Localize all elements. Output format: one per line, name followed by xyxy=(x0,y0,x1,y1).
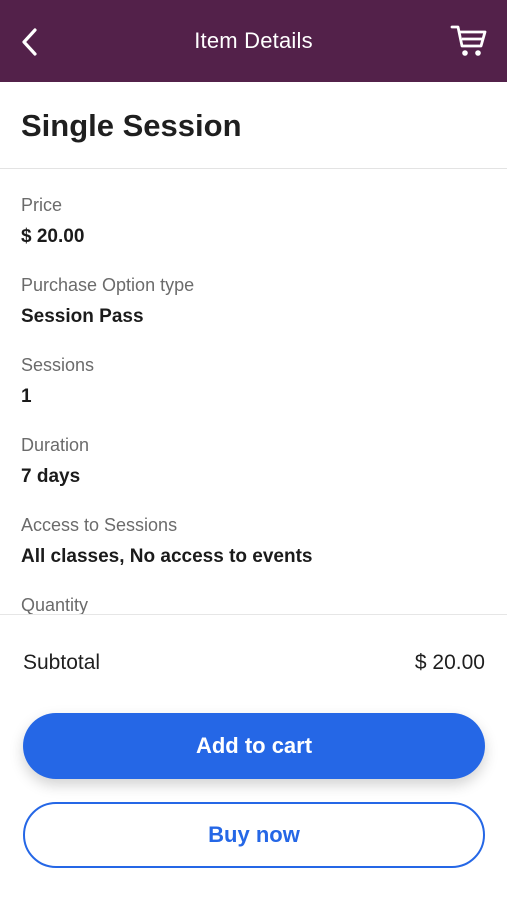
item-header: Single Session xyxy=(0,82,507,169)
buy-now-button[interactable]: Buy now xyxy=(23,802,485,868)
subtotal-label: Subtotal xyxy=(23,651,101,674)
cart-button[interactable] xyxy=(449,22,489,60)
access-value: All classes, No access to events xyxy=(21,546,313,567)
quantity-label: Quantity xyxy=(21,595,89,614)
purchase-option-type-label: Purchase Option type xyxy=(21,275,195,295)
duration-label: Duration xyxy=(21,435,90,455)
item-name: Single Session xyxy=(21,108,242,143)
checkout-footer: Subtotal $ 20.00 Add to cart Buy now xyxy=(0,614,507,901)
add-to-cart-button[interactable]: Add to cart xyxy=(23,713,485,779)
subtotal-value: $ 20.00 xyxy=(414,651,485,674)
shopping-cart-icon xyxy=(450,25,487,56)
duration-value: 7 days xyxy=(21,466,81,487)
sessions-label: Sessions xyxy=(21,355,95,375)
purchase-option-type-value: Session Pass xyxy=(21,306,144,327)
price-label: Price xyxy=(21,195,63,215)
price-value: $ 20.00 xyxy=(21,226,85,247)
sessions-value: 1 xyxy=(21,386,32,407)
page-title: Item Details xyxy=(194,28,313,53)
access-label: Access to Sessions xyxy=(21,515,178,535)
app-bar: Item Details xyxy=(0,0,507,82)
item-details[interactable]: Price $ 20.00 Purchase Option type Sessi… xyxy=(0,170,507,614)
